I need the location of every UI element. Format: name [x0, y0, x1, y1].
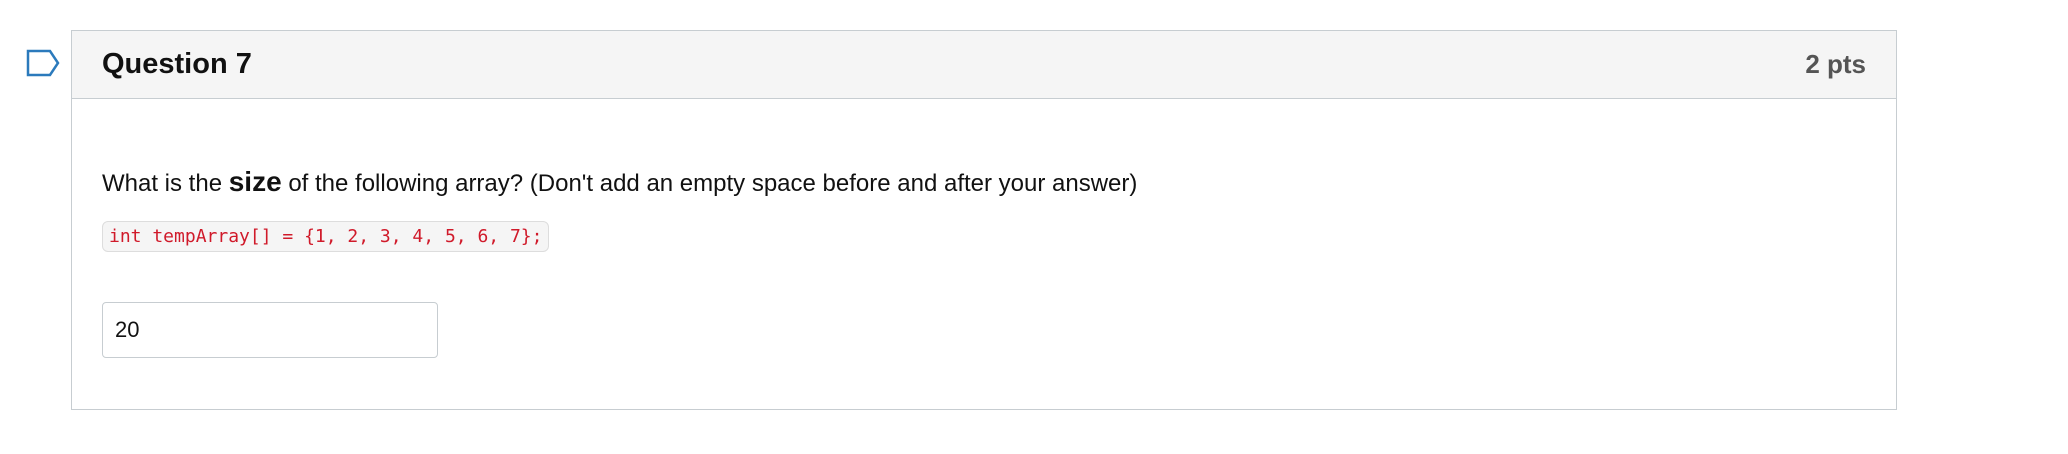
- question-points: 2 pts: [1805, 49, 1866, 79]
- question-title: Question 7: [102, 48, 252, 80]
- prompt-emphasis: size: [228, 166, 282, 197]
- code-snippet: int tempArray[] = {1, 2, 3, 4, 5, 6, 7};: [102, 220, 550, 252]
- question-body: What is the size of the following array?…: [72, 99, 1896, 358]
- prompt-text-after: of the following array? (Don't add an em…: [281, 170, 1138, 197]
- prompt-text-before: What is the: [102, 170, 229, 197]
- question-header: Question 7 2 pts: [72, 31, 1896, 99]
- answer-input[interactable]: [102, 301, 438, 358]
- question-prompt: What is the size of the following array?…: [102, 165, 1866, 199]
- bookmark-flag-icon[interactable]: [26, 49, 60, 77]
- question-card: Question 7 2 pts What is the size of the…: [71, 30, 1897, 410]
